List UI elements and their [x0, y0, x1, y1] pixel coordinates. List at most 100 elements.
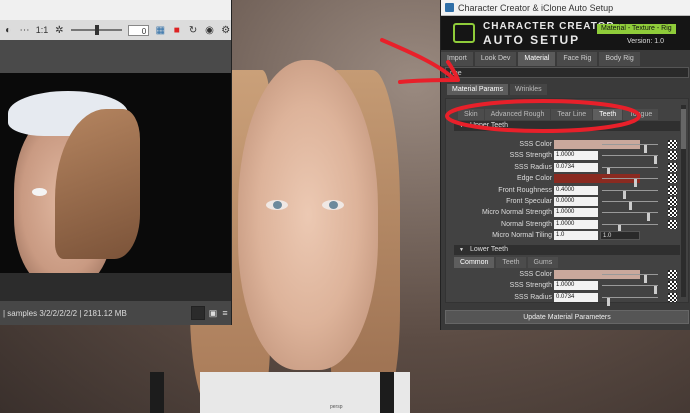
param-value-field[interactable]: 0.4000 — [554, 185, 598, 195]
param-slider-knob[interactable] — [607, 297, 611, 306]
param-row: Edge Color — [454, 173, 680, 188]
param-slider[interactable] — [602, 223, 658, 233]
texture-toggle-icon[interactable] — [668, 185, 677, 195]
param-label: SSS Color — [519, 271, 552, 278]
save-image-icon[interactable]: ▣ — [207, 308, 219, 319]
zoom-button[interactable]: 1:1 — [36, 25, 49, 35]
render-window-titlebar[interactable] — [0, 0, 231, 21]
lower-tab-gums[interactable]: Gums — [527, 257, 559, 268]
param-slider[interactable] — [602, 274, 658, 283]
texture-toggle-icon[interactable] — [668, 197, 677, 206]
tab-face-rig[interactable]: Face Rig — [557, 52, 598, 66]
subtab-wrinkles[interactable]: Wrinkles — [509, 84, 547, 95]
tab-material[interactable]: Material — [518, 52, 556, 66]
panel-scrollbar[interactable] — [681, 105, 686, 297]
param-label: SSS Strength — [509, 282, 552, 290]
category-tab-tear-line[interactable]: Tear Line — [551, 109, 593, 120]
texture-toggle-icon[interactable] — [668, 174, 677, 184]
param-value-field[interactable]: 1.0000 — [554, 208, 598, 218]
texture-toggle-icon[interactable] — [668, 151, 677, 161]
stop-icon[interactable]: ■ — [172, 25, 182, 36]
settings-icon[interactable]: ✲ — [54, 25, 64, 36]
render-mode-icon[interactable]: ◐ — [3, 25, 13, 36]
material-sub-tabs: Material Params Wrinkles — [447, 84, 547, 95]
texture-toggle-icon[interactable] — [668, 281, 677, 291]
update-material-button[interactable]: Update Material Parameters — [445, 310, 689, 324]
param-slider[interactable] — [602, 201, 658, 210]
texture-toggle-icon[interactable] — [668, 270, 677, 279]
character-eye-left — [266, 200, 288, 210]
menu-icon[interactable]: ≡ — [219, 308, 231, 318]
texture-toggle-icon[interactable] — [668, 292, 677, 302]
param-slider[interactable] — [602, 155, 658, 165]
param-label: Micro Normal Strength — [481, 209, 552, 217]
param-label: Front Roughness — [498, 186, 552, 194]
preview-shoulder — [0, 273, 231, 301]
camera-icon[interactable]: ◉ — [204, 25, 214, 36]
render-window[interactable]: ◐ ⋯ 1:1 ✲ 0 ▦ ■ ↻ ◉ ⚙ | samples 3/2/2/2/… — [0, 0, 232, 325]
banner-version: Version: 1.0 — [627, 38, 664, 45]
param-slider[interactable] — [602, 189, 658, 199]
subtab-material-params[interactable]: Material Params — [447, 84, 508, 95]
category-tab-tongue[interactable]: Tongue — [623, 109, 659, 120]
param-row: Front Specular 0.0000 — [454, 196, 680, 210]
category-tabs: Skin Advanced Rough Tear Line Teeth Tongue — [458, 109, 659, 120]
character-dropdown[interactable]: nne — [445, 67, 689, 78]
texture-toggle-icon[interactable] — [668, 219, 677, 229]
render-status-text: | samples 3/2/2/2/2/2 | 2181.12 MB — [3, 308, 127, 318]
param-label: SSS Radius — [514, 293, 552, 301]
auto-setup-titlebar[interactable]: Character Creator & iClone Auto Setup — [441, 0, 690, 16]
status-field[interactable] — [191, 306, 205, 320]
plugin-logo-icon — [453, 23, 475, 43]
param-slider[interactable] — [602, 166, 658, 176]
tab-import[interactable]: Import — [441, 52, 473, 66]
param-row: SSS Strength 1.0000 — [454, 280, 680, 295]
texture-toggle-icon[interactable] — [668, 162, 677, 172]
banner-tag: Material - Texture - Rig — [597, 24, 676, 34]
param-label: Edge Color — [516, 175, 552, 183]
section-lower-teeth[interactable]: Lower Teeth — [454, 245, 680, 255]
render-status-bar: | samples 3/2/2/2/2/2 | 2181.12 MB ▣ ≡ — [0, 301, 231, 325]
param-value-field[interactable]: 0.0734 — [554, 292, 598, 302]
param-value-field[interactable]: 1.0000 — [554, 219, 598, 229]
app-icon — [445, 3, 454, 12]
character-shirt — [200, 372, 410, 413]
param-value-field[interactable]: 1.0000 — [554, 151, 598, 161]
section-upper-teeth[interactable]: Upper Teeth — [454, 121, 680, 131]
exposure-slider-knob[interactable] — [94, 25, 99, 35]
category-tab-skin[interactable]: Skin — [458, 109, 484, 120]
param-row: SSS Radius 0.0734 — [454, 162, 680, 176]
shirt-stripe — [380, 372, 394, 413]
param-label: Front Specular — [506, 198, 552, 205]
render-toolbar: ◐ ⋯ 1:1 ✲ 0 ▦ ■ ↻ ◉ ⚙ — [0, 20, 231, 40]
param-slider[interactable] — [602, 144, 658, 153]
param-value-field[interactable]: 1.0 — [554, 231, 598, 241]
param-slider[interactable] — [602, 296, 658, 306]
tab-look-dev[interactable]: Look Dev — [474, 52, 517, 66]
refresh-icon[interactable]: ↻ — [188, 25, 198, 36]
param-label: SSS Color — [519, 141, 552, 148]
texture-toggle-icon[interactable] — [668, 140, 677, 149]
gear-icon[interactable]: ⚙ — [221, 25, 231, 36]
tab-body-rig[interactable]: Body Rig — [599, 52, 640, 66]
category-tab-advanced-rough[interactable]: Advanced Rough — [484, 109, 551, 120]
param-slider[interactable] — [602, 178, 658, 188]
param-value-field[interactable]: 0.0734 — [554, 162, 598, 172]
param-value-field[interactable]: 1.0000 — [554, 281, 598, 291]
shirt-stripe — [150, 372, 164, 413]
dotted-line-icon[interactable]: ⋯ — [19, 25, 30, 36]
param-value-field[interactable]: 0.0000 — [554, 197, 598, 206]
exposure-value[interactable]: 0 — [128, 24, 150, 36]
lower-tab-common[interactable]: Common — [454, 257, 495, 268]
auto-setup-window[interactable]: Character Creator & iClone Auto Setup CH… — [440, 0, 690, 330]
channels-icon[interactable]: ▦ — [155, 25, 165, 36]
material-params-panel: SkinAdvanced RoughTear LineTeethTongue U… — [445, 98, 689, 306]
param-value-field-2[interactable]: 1.0 — [600, 231, 640, 241]
texture-toggle-icon[interactable] — [668, 208, 677, 218]
banner-title-line1: CHARACTER CREATOR — [483, 21, 615, 32]
category-tab-teeth[interactable]: Teeth — [593, 109, 623, 120]
param-slider[interactable] — [602, 285, 658, 295]
lower-tab-teeth[interactable]: Teeth — [496, 257, 526, 268]
exposure-slider[interactable] — [70, 25, 123, 35]
param-slider[interactable] — [602, 212, 658, 222]
